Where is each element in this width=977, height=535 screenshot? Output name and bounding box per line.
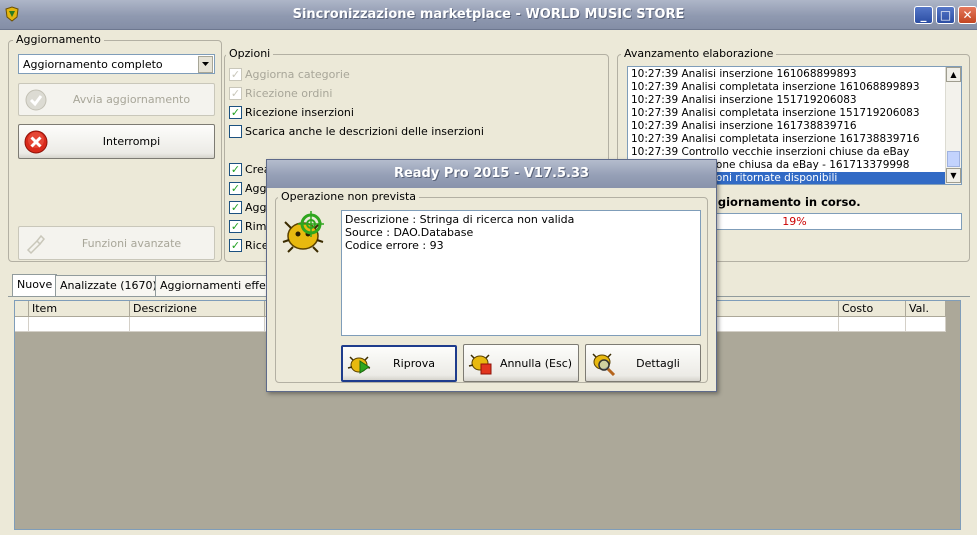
- option-checkbox[interactable]: ✓ Rice: [229, 236, 269, 254]
- grid-cell: [15, 317, 29, 331]
- minimize-button[interactable]: _: [914, 6, 933, 24]
- grid-cell: [839, 317, 906, 331]
- checkmark-icon[interactable]: ✓: [229, 162, 242, 176]
- grid-col-item[interactable]: Item: [29, 301, 130, 316]
- dialog-title: Ready Pro 2015 - V17.5.33: [267, 160, 716, 188]
- log-line[interactable]: 10:27:39 Analisi completata inserzione 1…: [628, 107, 945, 120]
- close-button[interactable]: ✕: [958, 6, 977, 24]
- log-line[interactable]: 10:27:39 Analisi inserzione 161068899893: [628, 68, 945, 81]
- cancel-label: Annulla (Esc): [499, 356, 573, 370]
- grid-col-costo[interactable]: Costo: [839, 301, 906, 316]
- option-label: Scarica anche le descrizioni delle inser…: [245, 124, 484, 138]
- option-checkbox[interactable]: ✓ Crea: [229, 160, 270, 178]
- window-title: Sincronizzazione marketplace - WORLD MUS…: [292, 7, 685, 22]
- avanzamento-group-label: Avanzamento elaborazione: [621, 47, 777, 60]
- option-checkbox[interactable]: Scarica anche le descrizioni delle inser…: [229, 122, 484, 140]
- option-checkbox[interactable]: ✓ Aggiorna categorie: [229, 65, 350, 83]
- option-label: Ricezione ordini: [245, 86, 333, 100]
- log-line[interactable]: 10:27:39 Analisi completata inserzione 1…: [628, 81, 945, 94]
- bug-target-icon: [282, 211, 324, 253]
- error-dialog: Ready Pro 2015 - V17.5.33 Operazione non…: [266, 159, 717, 392]
- checkmark-icon[interactable]: ✓: [229, 181, 242, 195]
- scroll-thumb[interactable]: [947, 151, 960, 167]
- window-titlebar: Sincronizzazione marketplace - WORLD MUS…: [0, 0, 977, 30]
- advanced-functions-button[interactable]: Funzioni avanzate: [18, 226, 215, 260]
- grid-cell: [29, 317, 130, 331]
- checkmark-icon[interactable]: ✓: [229, 200, 242, 214]
- option-checkbox[interactable]: ✓ Aggi: [229, 179, 270, 197]
- checkmark-icon[interactable]: ✓: [229, 219, 242, 233]
- checkmark-icon[interactable]: ✓: [229, 105, 242, 119]
- stop-x-icon: [24, 130, 48, 153]
- scroll-down-icon[interactable]: ▼: [946, 168, 961, 183]
- grid-col-val[interactable]: Val.: [906, 301, 946, 316]
- check-circle-icon: [25, 89, 47, 110]
- error-message-box[interactable]: Descrizione : Stringa di ricerca non val…: [341, 210, 701, 336]
- option-label: Rice: [245, 238, 269, 252]
- update-mode-value: Aggiornamento completo: [23, 57, 163, 71]
- retry-label: Riprova: [393, 357, 435, 370]
- log-line[interactable]: 10:27:39 Analisi inserzione 151719206083: [628, 94, 945, 107]
- cancel-button[interactable]: Annulla (Esc): [463, 344, 579, 382]
- maximize-button[interactable]: □: [936, 6, 955, 24]
- log-line[interactable]: 10:27:39 Analisi completata inserzione 1…: [628, 133, 945, 146]
- aggiornamento-group-label: Aggiornamento: [13, 33, 104, 46]
- start-update-button[interactable]: Avvia aggiornamento: [18, 83, 215, 116]
- error-code: Codice errore : 93: [345, 239, 444, 252]
- grid-col-descrizione[interactable]: Descrizione: [130, 301, 265, 316]
- retry-button[interactable]: Riprova: [341, 345, 457, 382]
- tab-aggiornamenti[interactable]: Aggiornamenti effettuati: [155, 275, 267, 296]
- error-description: Descrizione : Stringa di ricerca non val…: [345, 213, 575, 226]
- tab-analizzate[interactable]: Analizzate (1670): [55, 275, 162, 296]
- option-checkbox[interactable]: ✓ Aggi: [229, 198, 270, 216]
- checkbox-empty[interactable]: [229, 124, 242, 138]
- chevron-down-icon[interactable]: [198, 55, 213, 73]
- opzioni-group-label: Opzioni: [226, 47, 274, 60]
- bug-retry-icon: [347, 355, 371, 374]
- error-source: Source : DAO.Database: [345, 226, 474, 239]
- tab-nuove[interactable]: Nuove: [12, 274, 58, 296]
- tools-icon: [26, 234, 46, 255]
- option-checkbox[interactable]: ✓ Ricezione inserzioni: [229, 103, 354, 121]
- stop-button[interactable]: Interrompi: [18, 124, 215, 159]
- update-mode-select[interactable]: Aggiornamento completo: [18, 54, 215, 74]
- bug-search-icon: [592, 353, 616, 376]
- grid-cell: [130, 317, 265, 331]
- grid-col-indicator[interactable]: [15, 301, 29, 316]
- details-button[interactable]: Dettagli: [585, 344, 701, 382]
- option-label: Aggiorna categorie: [245, 67, 350, 81]
- log-scrollbar[interactable]: ▲ ▼: [945, 67, 961, 184]
- start-update-label: Avvia aggiornamento: [72, 93, 191, 106]
- bug-stop-icon: [468, 354, 492, 375]
- grid-cell: [906, 317, 946, 331]
- log-line[interactable]: 10:27:39 Analisi inserzione 161738839716: [628, 120, 945, 133]
- dialog-group-label: Operazione non prevista: [278, 190, 420, 203]
- scroll-up-icon[interactable]: ▲: [946, 67, 961, 82]
- checkmark-icon[interactable]: ✓: [229, 238, 242, 252]
- stop-label: Interrompi: [102, 135, 161, 148]
- option-checkbox[interactable]: ✓ Ricezione ordini: [229, 84, 332, 102]
- advanced-functions-label: Funzioni avanzate: [81, 236, 182, 250]
- log-line[interactable]: 10:27:39 Controllo vecchie inserzioni ch…: [628, 146, 945, 159]
- option-label: Ricezione inserzioni: [245, 105, 354, 119]
- checkmark-icon[interactable]: ✓: [229, 67, 242, 81]
- details-label: Dettagli: [636, 356, 680, 370]
- checkmark-icon[interactable]: ✓: [229, 86, 242, 100]
